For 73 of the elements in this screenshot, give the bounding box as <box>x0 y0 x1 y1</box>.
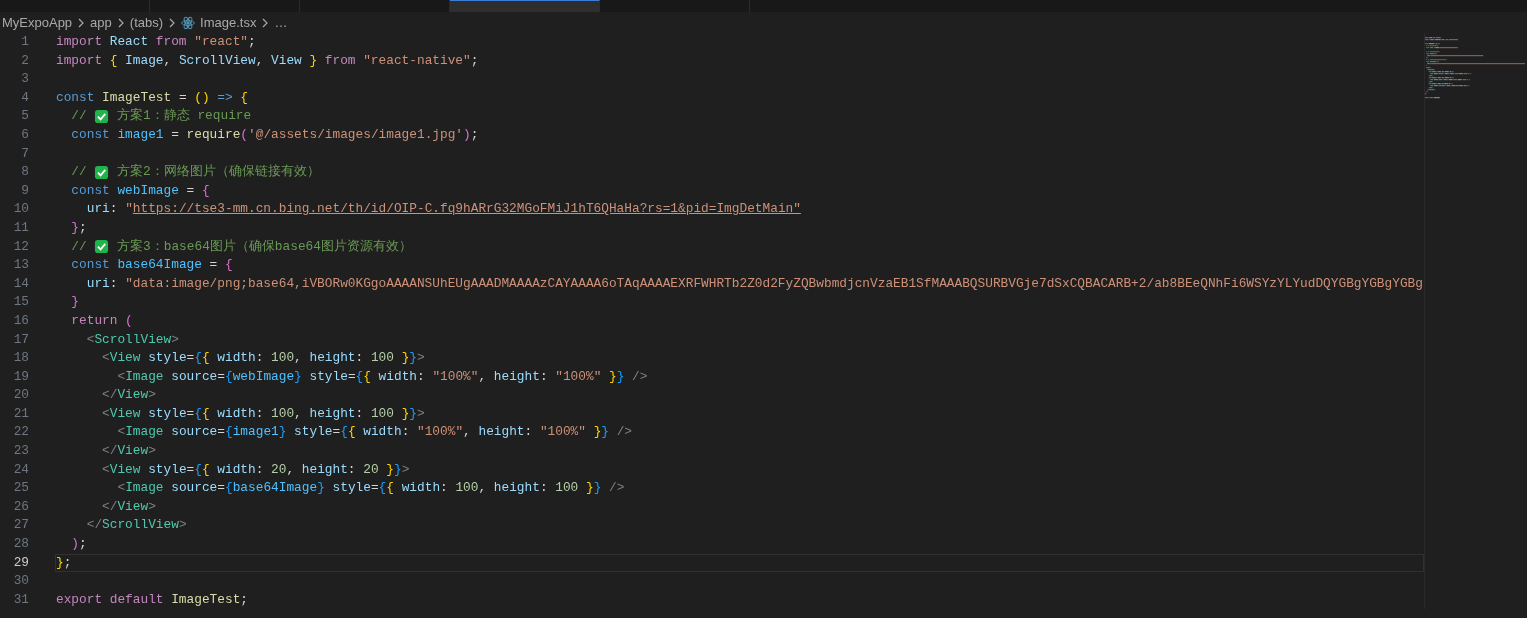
line-number: 22 <box>12 423 29 442</box>
more-button[interactable]: … <box>274 12 288 33</box>
code-line: <Image source={image1} style={{ width: "100%", height: "100%" }} /> <box>117 423 633 442</box>
code-line: </View> <box>102 386 156 405</box>
code-line: <Image source={base64Image} style={{ width: 100, height: 100 }} /> <box>117 479 625 498</box>
code-line: </View> <box>102 497 156 516</box>
code-line: const image1 = require('@/assets/images/image1.jpg'); <box>71 125 479 144</box>
code-line: export default ImageTest; <box>56 590 248 609</box>
code-line: <View style={{ width: 100, height: 100 }}> <box>102 349 425 368</box>
code-comment: // <box>71 107 88 126</box>
code-line: <Image source={webImage} style={{ width: "100%", height: "100%" }} /> <box>117 367 648 386</box>
line-number: 19 <box>12 367 29 386</box>
code-line: const webImage = { <box>71 181 210 200</box>
code-comment: // <box>71 163 88 182</box>
line-number: 14 <box>12 274 29 293</box>
line-number: 31 <box>12 590 29 609</box>
line-number: 21 <box>12 404 29 423</box>
line-number: 4 <box>20 88 29 107</box>
line-number: 6 <box>20 125 29 144</box>
code-line: }; <box>71 218 87 237</box>
checkmark-icon <box>94 109 110 125</box>
code-line: ); <box>71 535 87 554</box>
breadcrumb-item[interactable]: (tabs) <box>129 12 164 33</box>
editor-tab[interactable] <box>450 0 600 12</box>
code-line: const ImageTest = () => { <box>56 88 248 107</box>
code-line: <View style={{ width: 20, height: 20 }}> <box>102 460 410 479</box>
line-number: 10 <box>12 200 29 219</box>
line-number: 24 <box>12 460 29 479</box>
breadcrumb-item[interactable]: MyExpoApp <box>2 12 73 33</box>
code-line: import { Image, ScrollView, View } from "react-native"; <box>56 51 479 70</box>
code-line: <View style={{ width: 100, height: 100 }}> <box>102 404 425 423</box>
line-number: 29 <box>12 553 29 572</box>
line-number: 3 <box>20 70 29 89</box>
line-number: 23 <box>12 442 29 461</box>
line-number: 15 <box>12 293 29 312</box>
code-line: <ScrollView> <box>86 330 179 349</box>
minimap-drawing[interactable] <box>1424 37 1525 99</box>
atom-icon <box>181 15 196 30</box>
code-line: const base64Image = { <box>71 256 233 275</box>
checkmark-icon <box>94 239 110 255</box>
line-number: 26 <box>12 497 29 516</box>
line-number: 18 <box>12 349 29 368</box>
line-number: 5 <box>20 107 29 126</box>
line-number: 27 <box>12 516 29 535</box>
line-number: 1 <box>20 33 29 51</box>
line-number: 20 <box>12 386 29 405</box>
line-number: 30 <box>12 572 29 591</box>
line-number: 7 <box>20 144 29 163</box>
line-number: 17 <box>12 330 29 349</box>
code-line: }; <box>56 553 72 572</box>
line-number: 16 <box>12 311 29 330</box>
line-number: 9 <box>20 181 29 200</box>
breadcrumb-item[interactable]: Image.tsx <box>200 12 257 33</box>
code-comment: // <box>71 237 88 256</box>
line-number: 2 <box>20 51 29 70</box>
line-number: 8 <box>20 163 29 182</box>
code-comment: 方案1：静态 require <box>116 107 252 126</box>
line-number: 11 <box>12 218 29 237</box>
code-line: </View> <box>102 442 156 461</box>
line-number: 28 <box>12 535 29 554</box>
code-comment: 方案3：base64图片（确保base64图片资源有效） <box>116 237 412 256</box>
code-line: import React from "react"; <box>56 33 256 51</box>
code-line: return ( <box>71 311 133 330</box>
code-line: </ScrollView> <box>86 516 187 535</box>
line-number: 25 <box>12 479 29 498</box>
breadcrumb-item[interactable]: app <box>90 12 112 33</box>
code-line: } <box>71 293 80 312</box>
line-number: 12 <box>12 237 29 256</box>
code-line: uri: "data:image/png;base64,iVBORw0KGgoAAAANSUhEUgAAADMAAAAzCAYAAAA6oTAqAAAAEXRFWHRTb2Z0d2FyZQBwbmdjcnVzaEB1SfMAAABQSURBVGje7dSxCQBACARB+2/ab8BEeQNhFi6WSYzYLYudDQYGBgYGBgYGBg <box>86 274 1423 293</box>
code-comment: 方案2：网络图片（确保链接有效） <box>116 163 320 182</box>
checkmark-icon <box>94 164 110 180</box>
code-line: uri: "https://tse3-mm.cn.bing.net/th/id/OIP-C.fq9hARrG32MGoFMiJ1hT6QHaHa?rs=1&pid=ImgDetMain" <box>86 200 801 219</box>
line-number: 13 <box>12 256 29 275</box>
